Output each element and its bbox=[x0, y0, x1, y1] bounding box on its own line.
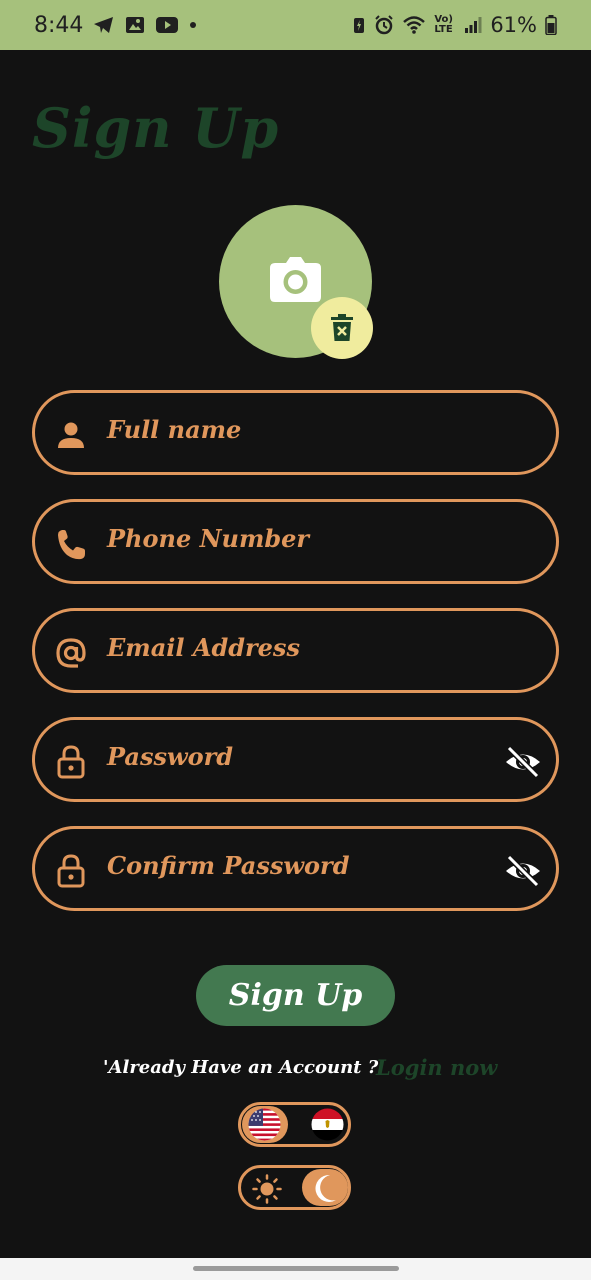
password-field[interactable]: Password bbox=[32, 717, 559, 802]
person-icon bbox=[58, 422, 84, 448]
email-address-placeholder: Email Address bbox=[107, 633, 300, 662]
confirm-password-field[interactable]: Confirm Password bbox=[32, 826, 559, 911]
eye-off-icon[interactable] bbox=[504, 744, 542, 780]
at-icon bbox=[56, 638, 86, 668]
telegram-icon bbox=[94, 17, 114, 33]
battery-saver-icon bbox=[354, 18, 365, 33]
wifi-icon bbox=[403, 16, 426, 34]
email-address-field[interactable]: Email Address bbox=[32, 608, 559, 693]
confirm-password-placeholder: Confirm Password bbox=[107, 851, 350, 880]
already-have-account-text: 'Already Have an Account ? bbox=[103, 1057, 379, 1078]
youtube-icon bbox=[156, 17, 179, 33]
lock-icon bbox=[57, 745, 85, 779]
moon-icon bbox=[315, 1174, 336, 1202]
lock-icon bbox=[57, 854, 85, 888]
full-name-field[interactable]: Full name bbox=[32, 390, 559, 475]
battery-percent: 61% bbox=[490, 13, 537, 37]
status-left: 8:44 bbox=[34, 13, 197, 38]
login-now-link[interactable]: Login now bbox=[376, 1055, 497, 1080]
notification-dot-icon bbox=[190, 22, 197, 28]
home-indicator[interactable] bbox=[193, 1266, 399, 1271]
page-title: Sign Up bbox=[32, 96, 280, 160]
gallery-icon bbox=[126, 17, 145, 33]
status-right: Vo) LTE 61% bbox=[352, 13, 557, 37]
password-placeholder: Password bbox=[107, 742, 234, 771]
us-flag-icon bbox=[248, 1108, 281, 1141]
delete-icon bbox=[331, 314, 353, 341]
status-time: 8:44 bbox=[34, 12, 84, 38]
status-bar: 8:44 Vo) LTE 61% bbox=[0, 0, 591, 50]
phone-number-field[interactable]: Phone Number bbox=[32, 499, 559, 584]
egypt-flag-icon bbox=[311, 1108, 344, 1141]
delete-photo-button[interactable] bbox=[311, 297, 373, 359]
phone-number-placeholder: Phone Number bbox=[107, 524, 310, 553]
theme-toggle[interactable] bbox=[238, 1165, 351, 1210]
alarm-icon bbox=[375, 15, 394, 35]
phone-icon bbox=[58, 530, 85, 560]
camera-icon bbox=[270, 257, 321, 302]
battery-icon bbox=[545, 15, 557, 35]
eye-off-icon[interactable] bbox=[504, 853, 542, 889]
sign-up-button[interactable]: Sign Up bbox=[196, 965, 395, 1026]
network-type: Vo) LTE bbox=[434, 14, 453, 35]
sun-icon bbox=[252, 1174, 282, 1204]
full-name-placeholder: Full name bbox=[107, 415, 242, 444]
language-toggle[interactable] bbox=[238, 1102, 351, 1147]
signal-icon bbox=[465, 17, 482, 33]
